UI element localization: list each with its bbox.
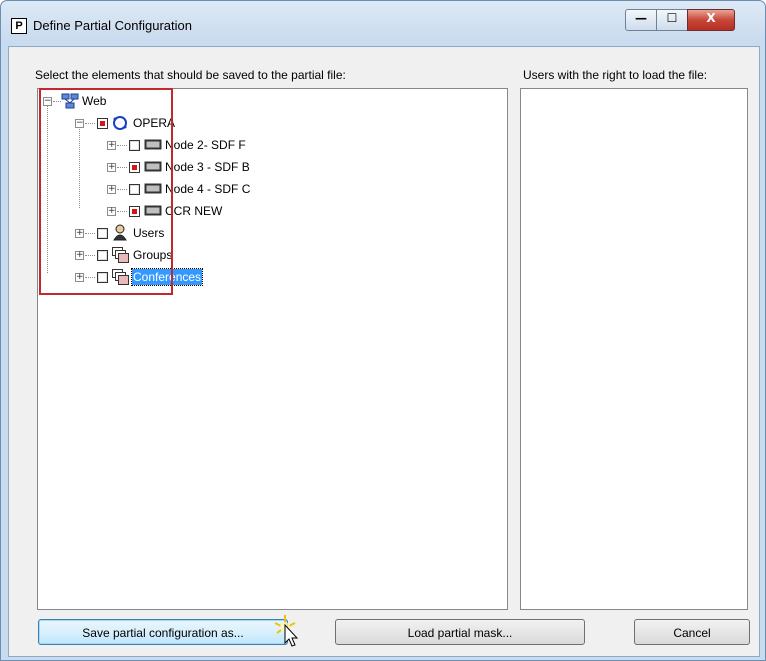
window-title: Define Partial Configuration (33, 18, 192, 33)
users-list[interactable] (520, 88, 748, 610)
maximize-icon: ☐ (666, 11, 678, 25)
cancel-button[interactable]: Cancel (634, 619, 750, 645)
load-partial-mask-button[interactable]: Load partial mask... (335, 619, 585, 645)
right-panel-label: Users with the right to load the file: (523, 68, 708, 82)
elements-tree[interactable]: − Web − OPERA + Node 2- SDF F + Node 3 -… (37, 88, 508, 610)
mouse-cursor-icon (274, 615, 299, 647)
minimize-icon: — (635, 11, 647, 25)
dialog-client-area: Select the elements that should be saved… (8, 46, 760, 657)
minimize-button[interactable]: — (625, 9, 657, 31)
tree-item-label: Node 2- SDF F (165, 138, 246, 152)
save-partial-configuration-button[interactable]: Save partial configuration as... (38, 619, 288, 645)
tree-item-label: CCR NEW (165, 204, 223, 218)
annotation-highlight-box (39, 88, 173, 295)
maximize-button[interactable]: ☐ (656, 9, 688, 31)
title-bar[interactable]: P Define Partial Configuration — ☐ X (1, 1, 765, 47)
tree-item-label: Node 3 - SDF B (165, 160, 250, 174)
app-icon: P (11, 18, 27, 34)
close-icon: X (706, 11, 716, 25)
close-button[interactable]: X (687, 9, 735, 31)
left-panel-label: Select the elements that should be saved… (35, 68, 346, 82)
tree-item-label: Node 4 - SDF C (165, 182, 251, 196)
